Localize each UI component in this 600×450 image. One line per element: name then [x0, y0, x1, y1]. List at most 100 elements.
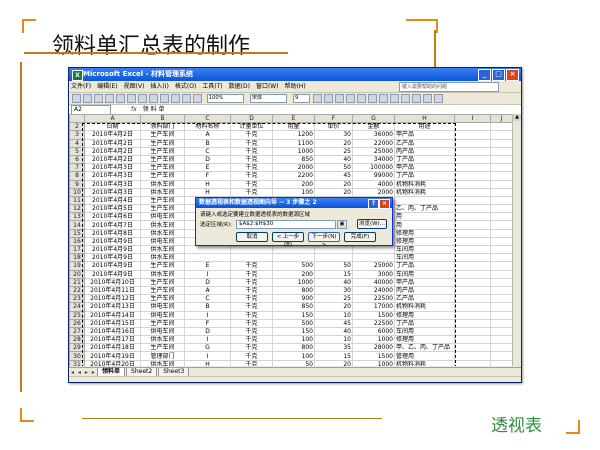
table-cell[interactable]: 管理用	[394, 351, 455, 361]
empty-cell[interactable]	[454, 269, 491, 279]
table-cell[interactable]: 供电车间	[140, 310, 185, 320]
table-cell[interactable]: 千克	[230, 318, 273, 328]
table-cell[interactable]: 150	[272, 310, 315, 320]
empty-cell[interactable]	[490, 171, 513, 181]
empty-cell[interactable]	[454, 212, 491, 222]
table-cell[interactable]: 生产车间	[140, 318, 185, 328]
table-cell[interactable]: 20	[314, 179, 353, 189]
empty-cell[interactable]	[490, 253, 513, 263]
table-cell[interactable]: 200	[272, 179, 315, 189]
table-cell[interactable]: 900	[272, 294, 315, 304]
empty-cell[interactable]	[490, 228, 513, 238]
table-cell[interactable]: 生产车间	[140, 163, 185, 173]
table-cell[interactable]: 2010年4月3日	[84, 163, 141, 173]
table-cell[interactable]: A	[184, 285, 231, 296]
empty-cell[interactable]	[454, 228, 491, 238]
fill-color-icon[interactable]	[423, 94, 432, 103]
table-cell[interactable]: 1500	[352, 351, 395, 361]
table-cell[interactable]: 2010年4月3日	[84, 179, 141, 189]
table-cell[interactable]: 甲产品	[394, 130, 455, 140]
table-cell[interactable]: 2010年4月9日	[84, 253, 141, 263]
menu-view[interactable]: 视图(V)	[124, 81, 145, 92]
row-number[interactable]: 21	[69, 277, 85, 287]
table-cell[interactable]: 2010年4月14日	[84, 310, 141, 320]
table-cell[interactable]: 30	[314, 130, 353, 140]
table-cell[interactable]: 2010年4月3日	[84, 187, 141, 197]
row-number[interactable]: 9	[69, 179, 85, 189]
row-number[interactable]: 2	[69, 122, 85, 132]
empty-cell[interactable]	[490, 179, 513, 189]
empty-cell[interactable]	[454, 146, 491, 156]
table-cell[interactable]: 30	[314, 285, 353, 296]
empty-cell[interactable]	[490, 220, 513, 230]
table-cell[interactable]: 生产车间	[140, 343, 185, 353]
table-cell[interactable]: 20	[314, 302, 353, 312]
table-cell[interactable]: 1200	[272, 130, 315, 140]
table-cell[interactable]: 850	[272, 154, 315, 165]
table-cell[interactable]: 850	[272, 302, 315, 312]
table-cell[interactable]: 供电车间	[140, 302, 185, 312]
table-cell[interactable]: 20	[314, 138, 353, 148]
row-number[interactable]: 24	[69, 302, 85, 312]
menu-help[interactable]: 帮助(H)	[285, 81, 306, 92]
row-number[interactable]: 22	[69, 285, 85, 296]
minimize-icon[interactable]: _	[478, 69, 491, 81]
empty-cell[interactable]	[454, 326, 491, 337]
table-cell[interactable]: 千克	[230, 359, 273, 366]
row-number[interactable]: 29	[69, 343, 85, 353]
table-cell[interactable]: 50	[272, 359, 315, 366]
table-cell[interactable]: 生产车间	[140, 171, 185, 181]
table-cell[interactable]: 45	[314, 171, 353, 181]
copy-icon[interactable]	[138, 94, 147, 103]
header-cell[interactable]: 金额	[352, 122, 395, 132]
table-cell[interactable]: 生产车间	[140, 146, 185, 156]
empty-cell[interactable]	[454, 138, 491, 148]
cut-icon[interactable]	[127, 94, 136, 103]
table-cell[interactable]: 25	[314, 146, 353, 156]
table-cell[interactable]: 供电车间	[140, 326, 185, 337]
table-cell[interactable]: 2010年4月9日	[84, 261, 141, 271]
empty-cell[interactable]	[454, 302, 491, 312]
table-cell[interactable]: 2010年4月7日	[84, 220, 141, 230]
font-select[interactable]: 宋体	[250, 94, 287, 103]
currency-icon[interactable]	[390, 94, 399, 103]
table-cell[interactable]: 2010年4月9日	[84, 236, 141, 247]
row-number[interactable]: 14	[69, 220, 85, 230]
row-number[interactable]: 17	[69, 244, 85, 255]
table-cell[interactable]: I	[184, 310, 231, 320]
back-button[interactable]: < 上一步(B)	[272, 232, 304, 248]
empty-cell[interactable]	[454, 220, 491, 230]
empty-cell[interactable]	[454, 244, 491, 255]
align-center-icon[interactable]	[357, 94, 366, 103]
table-cell[interactable]: 生产车间	[140, 294, 185, 304]
table-cell[interactable]: 千克	[230, 285, 273, 296]
table-cell[interactable]: 45	[314, 318, 353, 328]
sum-icon[interactable]	[171, 94, 180, 103]
empty-cell[interactable]	[490, 244, 513, 255]
table-cell[interactable]: 99000	[352, 171, 395, 181]
menu-file[interactable]: 文件(F)	[71, 81, 91, 92]
help-icon[interactable]: ?	[368, 199, 379, 209]
table-cell[interactable]: 20	[314, 359, 353, 366]
table-cell[interactable]: 千克	[230, 310, 273, 320]
table-cell[interactable]	[184, 244, 231, 255]
header-cell[interactable]: 单价	[314, 122, 353, 132]
table-cell[interactable]: 丁产品	[394, 318, 455, 328]
empty-cell[interactable]	[490, 163, 513, 173]
row-number[interactable]: 3	[69, 130, 85, 140]
table-cell[interactable]: 20	[314, 187, 353, 197]
table-cell[interactable]: 1100	[272, 138, 315, 148]
table-cell[interactable]: 2010年4月10日	[84, 277, 141, 287]
empty-cell[interactable]	[490, 294, 513, 304]
table-cell[interactable]: 千克	[230, 261, 273, 271]
table-cell[interactable]	[394, 195, 455, 206]
table-cell[interactable]: 供水车间	[140, 179, 185, 189]
table-cell[interactable]: F	[184, 171, 231, 181]
table-cell[interactable]: 生产车间	[140, 277, 185, 287]
table-cell[interactable]: 100	[272, 335, 315, 345]
column-header[interactable]: B	[140, 114, 185, 124]
table-cell[interactable]	[230, 253, 273, 263]
table-cell[interactable]: 22500	[352, 318, 395, 328]
finish-button[interactable]: 完成(F)	[344, 232, 376, 242]
table-cell[interactable]: 800	[272, 343, 315, 353]
